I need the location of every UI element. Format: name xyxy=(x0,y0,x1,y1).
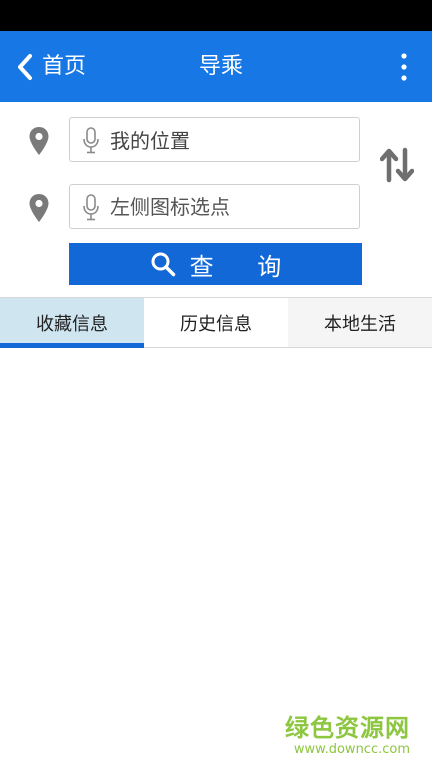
status-bar xyxy=(0,0,432,31)
origin-input[interactable] xyxy=(110,118,350,161)
origin-map-pin-icon[interactable] xyxy=(28,126,50,156)
destination-map-pin-icon[interactable] xyxy=(28,193,50,223)
origin-field[interactable] xyxy=(69,117,360,162)
chevron-left-icon xyxy=(14,52,36,82)
top-app-bar: 首页 导乘 xyxy=(0,31,432,102)
tab-favorites[interactable]: 收藏信息 xyxy=(0,298,144,348)
destination-input[interactable] xyxy=(110,185,350,228)
tab-local-life[interactable]: 本地生活 xyxy=(288,298,432,347)
tab-bar: 收藏信息 历史信息 本地生活 xyxy=(0,297,432,348)
search-icon xyxy=(150,251,176,277)
search-button[interactable]: 查 询 xyxy=(69,243,362,285)
more-vertical-icon[interactable] xyxy=(394,51,414,83)
microphone-icon[interactable] xyxy=(82,127,100,154)
back-label: 首页 xyxy=(42,54,87,79)
back-button[interactable]: 首页 xyxy=(14,49,86,85)
watermark: 绿色资源网 www.downcc.com xyxy=(285,714,410,758)
microphone-icon[interactable] xyxy=(82,194,100,221)
watermark-url: www.downcc.com xyxy=(293,742,410,757)
search-label: 查 询 xyxy=(189,252,300,281)
page-title: 导乘 xyxy=(198,54,243,79)
tab-history[interactable]: 历史信息 xyxy=(144,298,288,347)
swap-arrows-icon[interactable] xyxy=(380,146,414,184)
watermark-text: 绿色资源网 xyxy=(285,714,410,742)
destination-field[interactable] xyxy=(69,184,360,229)
